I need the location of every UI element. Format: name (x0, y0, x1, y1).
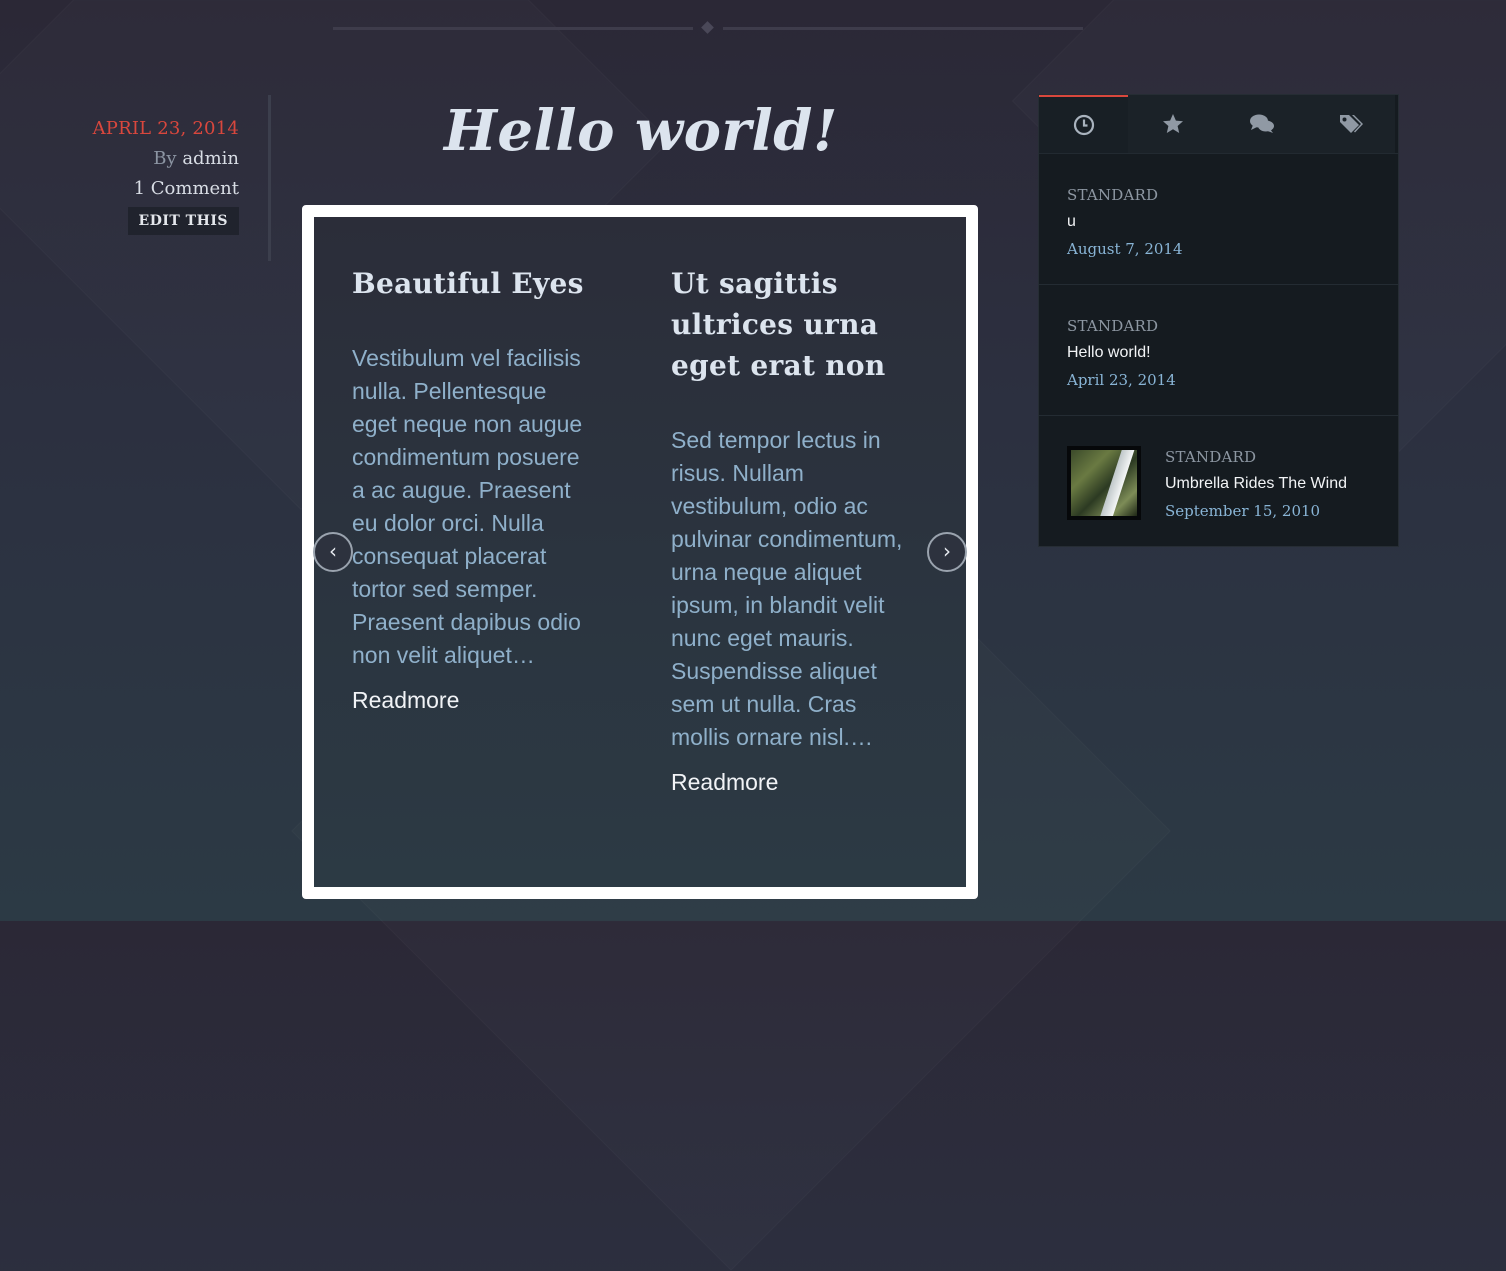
top-divider-right (723, 27, 1083, 30)
carousel-slide: Ut sagittis ultrices urna eget erat non … (671, 263, 911, 796)
widget-post-item: STANDARD u August 7, 2014 (1039, 154, 1398, 285)
post-date[interactable]: APRIL 23, 2014 (0, 118, 239, 139)
tags-icon (1339, 115, 1363, 133)
post-category[interactable]: STANDARD (1165, 448, 1398, 466)
comments-icon (1249, 114, 1274, 133)
post-meta: APRIL 23, 2014 By admin 1 Comment EDIT T… (0, 118, 239, 235)
slide-title[interactable]: Beautiful Eyes (352, 263, 592, 304)
meta-separator (268, 95, 271, 261)
readmore-link[interactable]: Readmore (671, 769, 911, 796)
readmore-link[interactable]: Readmore (352, 687, 592, 714)
carousel-slide: Beautiful Eyes Vestibulum vel facilisis … (352, 263, 592, 714)
byline-label: By (153, 148, 177, 169)
post-category[interactable]: STANDARD (1067, 186, 1398, 204)
post-byline: By admin (0, 148, 239, 169)
sidebar-tabbed-widget: STANDARD u August 7, 2014 STANDARD Hello… (1038, 94, 1399, 547)
comments-link[interactable]: 1 Comment (0, 178, 239, 199)
post-link[interactable]: Hello world! (1067, 344, 1398, 362)
top-divider-ornament (701, 21, 714, 34)
edit-post-button[interactable]: EDIT THIS (127, 207, 239, 235)
post-date: September 15, 2010 (1165, 502, 1321, 520)
widget-post-item: STANDARD Umbrella Rides The Wind Septemb… (1039, 416, 1398, 545)
top-divider-left (333, 27, 693, 30)
slide-title[interactable]: Ut sagittis ultrices urna eget erat non (671, 263, 911, 386)
post-date: April 23, 2014 (1067, 371, 1176, 389)
clock-icon (1073, 114, 1094, 136)
slide-excerpt: Sed tempor lectus in risus. Nullam vesti… (671, 427, 903, 750)
post-carousel: Beautiful Eyes Vestibulum vel facilisis … (302, 205, 978, 899)
post-category[interactable]: STANDARD (1067, 317, 1398, 335)
tab-tags[interactable] (1306, 95, 1395, 153)
author-link[interactable]: admin (182, 148, 239, 169)
star-icon (1162, 114, 1183, 133)
post-link[interactable]: Umbrella Rides The Wind (1165, 475, 1398, 493)
post-title: Hello world! (443, 98, 838, 164)
carousel-prev-button[interactable]: ‹ (313, 532, 353, 572)
tab-popular[interactable] (1128, 95, 1217, 153)
tab-recent[interactable] (1039, 95, 1128, 153)
widget-post-item: STANDARD Hello world! April 23, 2014 (1039, 285, 1398, 416)
tab-comments[interactable] (1217, 95, 1306, 153)
widget-tabs (1039, 95, 1398, 154)
post-date: August 7, 2014 (1067, 240, 1183, 258)
carousel-next-button[interactable]: › (927, 532, 967, 572)
post-link[interactable]: u (1067, 213, 1398, 231)
slide-excerpt: Vestibulum vel facilisis nulla. Pellente… (352, 345, 583, 668)
post-thumbnail[interactable] (1067, 446, 1141, 520)
